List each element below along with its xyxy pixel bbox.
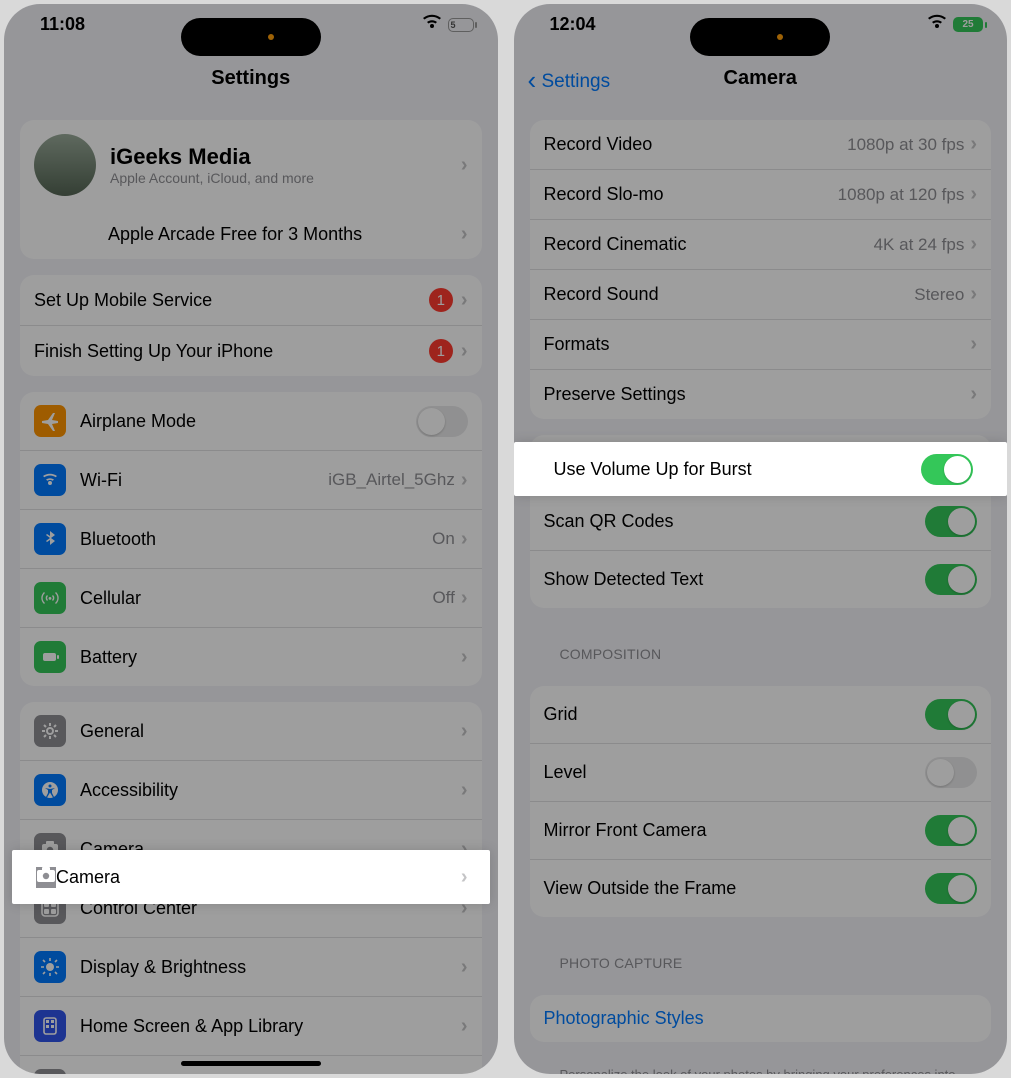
- chevron-right-icon: ›: [970, 383, 977, 406]
- camera-row-record-video[interactable]: Record Video 1080p at 30 fps ›: [530, 120, 992, 170]
- badge: 1: [429, 339, 453, 363]
- wifi-icon: [927, 14, 947, 35]
- apple-account-row[interactable]: iGeeks Media Apple Account, iCloud, and …: [20, 120, 482, 210]
- chevron-right-icon: ›: [461, 289, 468, 312]
- batt-icon: [34, 641, 66, 673]
- clock: 12:04: [550, 14, 596, 35]
- chevron-right-icon: ›: [970, 133, 977, 156]
- chevron-right-icon: ›: [461, 866, 468, 889]
- camera-row-record-slo-mo[interactable]: Record Slo-mo 1080p at 120 fps ›: [530, 170, 992, 220]
- camera-settings-screen: 12:04 25 ‹ Settings Camera Record Video …: [514, 4, 1008, 1074]
- settings-screen: 11:08 5 Settings iGeeks Media Apple Acco…: [4, 4, 498, 1074]
- plane-icon: [34, 405, 66, 437]
- wifi-icon: [422, 14, 442, 35]
- toggle-row-view-outside-the-frame[interactable]: View Outside the Frame: [530, 860, 992, 917]
- camera-row-label[interactable]: Camera: [56, 867, 461, 888]
- chevron-right-icon: ›: [461, 528, 468, 551]
- toggle[interactable]: [925, 699, 977, 730]
- toggle[interactable]: [925, 815, 977, 846]
- camera-row-formats[interactable]: Formats ›: [530, 320, 992, 370]
- chevron-right-icon: ›: [461, 469, 468, 492]
- badge: 1: [429, 288, 453, 312]
- settings-row-bluetooth[interactable]: BluetoothOn›: [20, 510, 482, 569]
- toggle-row-mirror-front-camera[interactable]: Mirror Front Camera: [530, 802, 992, 860]
- settings-row-cellular[interactable]: CellularOff›: [20, 569, 482, 628]
- account-name: iGeeks Media: [110, 144, 314, 170]
- bt-icon: [34, 523, 66, 555]
- chevron-right-icon: ›: [970, 333, 977, 356]
- photo-capture-header: PHOTO CAPTURE: [530, 933, 992, 979]
- camera-row-record-sound[interactable]: Record Sound Stereo ›: [530, 270, 992, 320]
- nav-title: Camera: [724, 67, 797, 89]
- chevron-right-icon: ›: [970, 233, 977, 256]
- volume-burst-label: Use Volume Up for Burst: [554, 459, 922, 480]
- status-bar: 12:04 25: [514, 4, 1008, 39]
- settings-row-wi-fi[interactable]: Wi-FiiGB_Airtel_5Ghz›: [20, 451, 482, 510]
- camera-icon: [36, 867, 56, 888]
- wifi-icon: [34, 464, 66, 496]
- battery-icon: 5: [448, 18, 474, 32]
- composition-header: COMPOSITION: [530, 624, 992, 670]
- avatar: [34, 134, 96, 196]
- account-subtitle: Apple Account, iCloud, and more: [110, 170, 314, 186]
- settings-row-accessibility[interactable]: Accessibility ›: [20, 761, 482, 820]
- camera-row-preserve-settings[interactable]: Preserve Settings ›: [530, 370, 992, 419]
- nav-title: Settings: [4, 39, 498, 104]
- camera-row-record-cinematic[interactable]: Record Cinematic 4K at 24 fps ›: [530, 220, 992, 270]
- home-icon: [34, 1010, 66, 1042]
- chevron-right-icon: ›: [461, 720, 468, 743]
- back-button[interactable]: ‹ Settings: [528, 65, 611, 96]
- chevron-right-icon: ›: [461, 223, 468, 246]
- chevron-right-icon: ›: [970, 283, 977, 306]
- apple-arcade-row[interactable]: Apple Arcade Free for 3 Months ›: [94, 210, 482, 259]
- nav-bar: ‹ Settings Camera: [514, 39, 1008, 104]
- chevron-right-icon: ›: [461, 779, 468, 802]
- toggle-row-show-detected-text[interactable]: Show Detected Text: [530, 551, 992, 608]
- battery-icon: 25: [953, 17, 983, 32]
- chevron-left-icon: ‹: [528, 65, 537, 95]
- settings-row-airplane-mode[interactable]: Airplane Mode: [20, 392, 482, 451]
- disp-icon: [34, 951, 66, 983]
- toggle[interactable]: [925, 873, 977, 904]
- settings-row-general[interactable]: General ›: [20, 702, 482, 761]
- volume-burst-toggle[interactable]: [921, 454, 973, 485]
- search-icon: [34, 1069, 66, 1074]
- settings-row-home-screen-app-library[interactable]: Home Screen & App Library ›: [20, 997, 482, 1056]
- chevron-right-icon: ›: [461, 587, 468, 610]
- chevron-right-icon: ›: [461, 956, 468, 979]
- gear-icon: [34, 715, 66, 747]
- chevron-right-icon: ›: [461, 1074, 468, 1075]
- toggle-row-scan-qr-codes[interactable]: Scan QR Codes: [530, 493, 992, 551]
- setup-row[interactable]: Finish Setting Up Your iPhone 1 ›: [20, 326, 482, 376]
- settings-row-display-brightness[interactable]: Display & Brightness ›: [20, 938, 482, 997]
- chevron-right-icon: ›: [461, 1015, 468, 1038]
- toggle[interactable]: [925, 757, 977, 788]
- chevron-right-icon: ›: [970, 183, 977, 206]
- chevron-right-icon: ›: [461, 646, 468, 669]
- clock: 11:08: [40, 14, 85, 35]
- toggle[interactable]: [925, 564, 977, 595]
- chevron-right-icon: ›: [461, 340, 468, 363]
- home-indicator[interactable]: [181, 1061, 321, 1066]
- settings-row-battery[interactable]: Battery›: [20, 628, 482, 686]
- toggle-row-grid[interactable]: Grid: [530, 686, 992, 744]
- toggle[interactable]: [925, 506, 977, 537]
- status-bar: 11:08 5: [4, 4, 498, 39]
- acc-icon: [34, 774, 66, 806]
- photographic-styles-footnote: Personalize the look of your photos by b…: [530, 1058, 992, 1074]
- toggle-row-level[interactable]: Level: [530, 744, 992, 802]
- photographic-styles-row[interactable]: Photographic Styles: [530, 995, 992, 1042]
- toggle[interactable]: [416, 406, 468, 437]
- setup-row[interactable]: Set Up Mobile Service 1 ›: [20, 275, 482, 326]
- chevron-right-icon: ›: [461, 154, 468, 177]
- cell-icon: [34, 582, 66, 614]
